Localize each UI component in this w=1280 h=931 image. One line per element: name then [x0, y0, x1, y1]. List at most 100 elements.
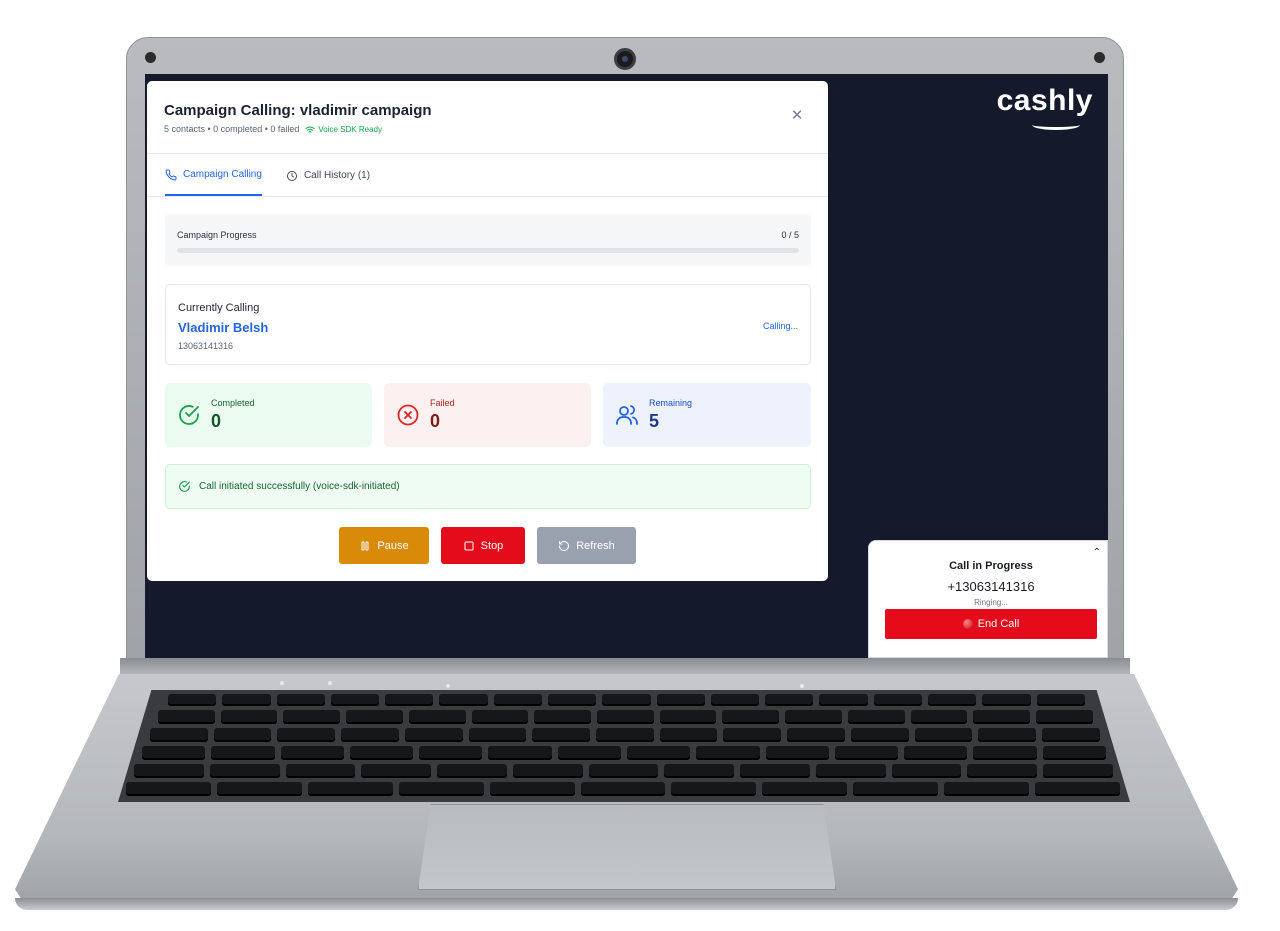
keyboard-key [276, 694, 325, 706]
button-label: Stop [480, 539, 504, 552]
keyboard-key [1036, 710, 1093, 724]
lid-corner-dot [145, 52, 156, 63]
sdk-status-label: Voice SDK Ready [318, 124, 382, 134]
tab-campaign-calling[interactable]: Campaign Calling [165, 155, 262, 196]
close-icon[interactable]: ✕ [790, 108, 804, 123]
keyboard-key [847, 710, 905, 724]
keyboard-key [404, 728, 463, 742]
keyboard-row [126, 782, 1120, 796]
laptop-screen: cashly Campaign Calling: vladimir campai… [145, 74, 1108, 658]
campaign-summary: 5 contacts • 0 completed • 0 failed [164, 124, 300, 134]
keyboard-key [216, 782, 302, 796]
keyboard-key [277, 728, 336, 742]
status-led [446, 684, 450, 688]
keyboard-key [280, 746, 344, 760]
tab-call-history[interactable]: Call History (1) [286, 155, 370, 196]
call-panel-title: Call in Progress [949, 560, 1033, 572]
keyboard-key [973, 710, 1031, 724]
call-panel-status: Ringing... [974, 598, 1008, 607]
keyboard-key [341, 728, 399, 742]
keyboard-key [973, 746, 1037, 760]
keyboard-key [134, 764, 204, 778]
keyboard-key [398, 782, 484, 796]
stat-value: 0 [430, 411, 441, 431]
currently-calling-card: Currently Calling Vladimir Belsh 1306314… [165, 284, 811, 365]
laptop-base-edge [15, 898, 1238, 910]
keyboard-key [346, 710, 403, 724]
keyboard-key [222, 694, 271, 706]
keyboard-key [873, 694, 922, 706]
keyboard-key [596, 728, 654, 742]
stat-label: Failed [430, 398, 455, 408]
failed-stat-card: Failed 0 [384, 383, 591, 447]
keyboard-key [982, 694, 1031, 706]
keyboard-key [580, 782, 666, 796]
campaign-calling-modal: Campaign Calling: vladimir campaign 5 co… [147, 81, 828, 581]
keyboard-row [158, 710, 1093, 724]
keyboard-key [168, 694, 217, 706]
keyboard-key [468, 728, 527, 742]
success-alert: Call initiated successfully (voice-sdk-i… [165, 464, 811, 509]
keyboard-key [158, 710, 215, 724]
keyboard-key [150, 728, 208, 742]
keyboard-row [142, 746, 1106, 760]
stat-value: 5 [649, 411, 660, 431]
keyboard-key [819, 694, 868, 706]
keyboard-key [285, 764, 356, 778]
action-buttons: Pause Stop Refresh [339, 527, 636, 564]
clock-icon [286, 170, 297, 181]
end-call-button[interactable]: End Call [885, 609, 1097, 639]
status-led [280, 681, 284, 685]
chevron-up-icon[interactable]: ⌃ [1093, 547, 1101, 558]
keyboard-key [710, 694, 760, 706]
keyboard-key [904, 746, 968, 760]
check-circle-icon [179, 405, 199, 425]
button-label: End Call [977, 618, 1020, 630]
keyboard-key [664, 764, 735, 778]
keyboard-key [696, 746, 760, 760]
sdk-status: Voice SDK Ready [305, 125, 382, 134]
tab-bar: Campaign Calling Call History (1) [147, 155, 828, 197]
keyboard-key [785, 710, 842, 724]
status-led [800, 684, 804, 688]
keyboard-key [602, 694, 651, 706]
button-label: Pause [377, 539, 409, 552]
progress-count: 0 / 5 [781, 230, 799, 240]
keyboard-key [1042, 728, 1100, 742]
remaining-stat-card: Remaining 5 [603, 383, 811, 447]
completed-stat-card: Completed 0 [165, 383, 372, 447]
wifi-icon [305, 126, 315, 132]
keyboard-key [927, 694, 977, 706]
stop-button[interactable]: Stop [441, 527, 525, 564]
keyboard-key [512, 764, 583, 778]
keyboard-key [787, 728, 845, 742]
keyboard-key [762, 782, 848, 796]
keyboard-key [656, 694, 705, 706]
keyboard-key [723, 728, 782, 742]
keyboard-key [209, 764, 280, 778]
keyboard-key [850, 728, 909, 742]
keyboard-key [471, 710, 529, 724]
webcam [614, 48, 636, 70]
keyboard-row [134, 764, 1113, 778]
keyboard-row [150, 728, 1100, 742]
modal-subtitle: 5 contacts • 0 completed • 0 failed Voic… [164, 124, 382, 134]
keyboard-key [659, 710, 717, 724]
keyboard-key [437, 764, 507, 778]
stat-label: Completed [211, 398, 255, 408]
keyboard-key [211, 746, 275, 760]
status-led [328, 681, 332, 685]
keyboard-key [853, 782, 939, 796]
refresh-icon [559, 540, 570, 551]
stop-icon [464, 541, 474, 550]
refresh-button[interactable]: Refresh [537, 527, 636, 564]
brand-logo: cashly [996, 84, 1093, 117]
keyboard-key [671, 782, 757, 796]
pause-button[interactable]: Pause [339, 527, 429, 564]
keyboard-key [126, 782, 211, 796]
keyboard-key [439, 694, 488, 706]
red-dot-icon [962, 619, 973, 629]
keyboard-key [765, 746, 829, 760]
keyboard-key [597, 710, 654, 724]
modal-title: Campaign Calling: vladimir campaign [164, 102, 432, 119]
